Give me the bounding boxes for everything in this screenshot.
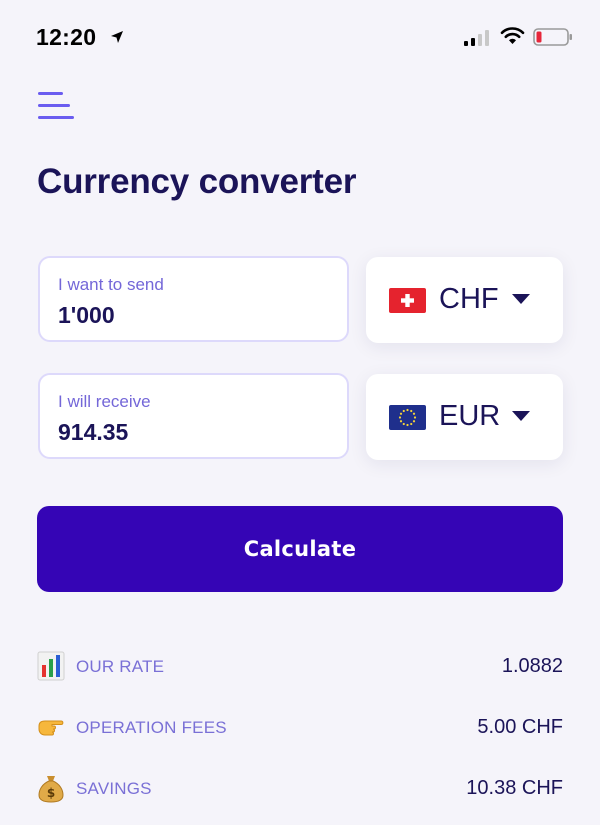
receive-amount-label: I will receive <box>58 392 151 411</box>
savings-value: 10.38 CHF <box>466 777 563 799</box>
send-amount-input[interactable]: I want to send 1'000 <box>38 256 349 342</box>
money-bag-icon: $ <box>38 776 64 803</box>
send-amount-label: I want to send <box>58 275 164 294</box>
rate-row: OUR RATE 1.0882 <box>37 647 563 687</box>
bar-chart-icon <box>37 651 65 681</box>
eu-flag-icon <box>389 405 426 430</box>
receive-amount-value: 914.35 <box>58 419 129 445</box>
rate-label: OUR RATE <box>76 657 165 676</box>
fees-label: OPERATION FEES <box>76 718 227 737</box>
battery-low-icon <box>533 28 572 46</box>
status-bar: 12:20 <box>0 0 600 76</box>
hamburger-menu-button[interactable] <box>36 90 78 122</box>
savings-label: SAVINGS <box>76 779 152 798</box>
send-amount-value: 1'000 <box>58 302 115 328</box>
location-arrow-icon <box>111 31 123 43</box>
pointing-hand-icon <box>38 720 64 736</box>
svg-text:$: $ <box>47 786 55 800</box>
send-currency-dropdown[interactable]: CHF <box>366 257 563 343</box>
savings-row: $ SAVINGS 10.38 CHF <box>37 769 563 809</box>
chevron-down-icon <box>512 294 530 304</box>
swiss-flag-icon <box>389 288 426 313</box>
receive-currency-dropdown[interactable]: EUR <box>366 374 563 460</box>
send-currency-code: CHF <box>439 283 499 315</box>
status-time: 12:20 <box>36 24 97 50</box>
calculate-button[interactable]: Calculate <box>37 506 563 592</box>
cellular-signal-icon <box>464 30 489 46</box>
wifi-icon <box>500 27 525 44</box>
hamburger-menu-icon <box>38 92 63 95</box>
fees-row: OPERATION FEES 5.00 CHF <box>37 708 563 748</box>
chevron-down-icon <box>512 411 530 421</box>
receive-currency-code: EUR <box>439 400 501 432</box>
receive-amount-input[interactable]: I will receive 914.35 <box>38 373 349 459</box>
page-title: Currency converter <box>37 162 357 201</box>
rate-value: 1.0882 <box>501 655 563 677</box>
fees-value: 5.00 CHF <box>477 716 563 738</box>
